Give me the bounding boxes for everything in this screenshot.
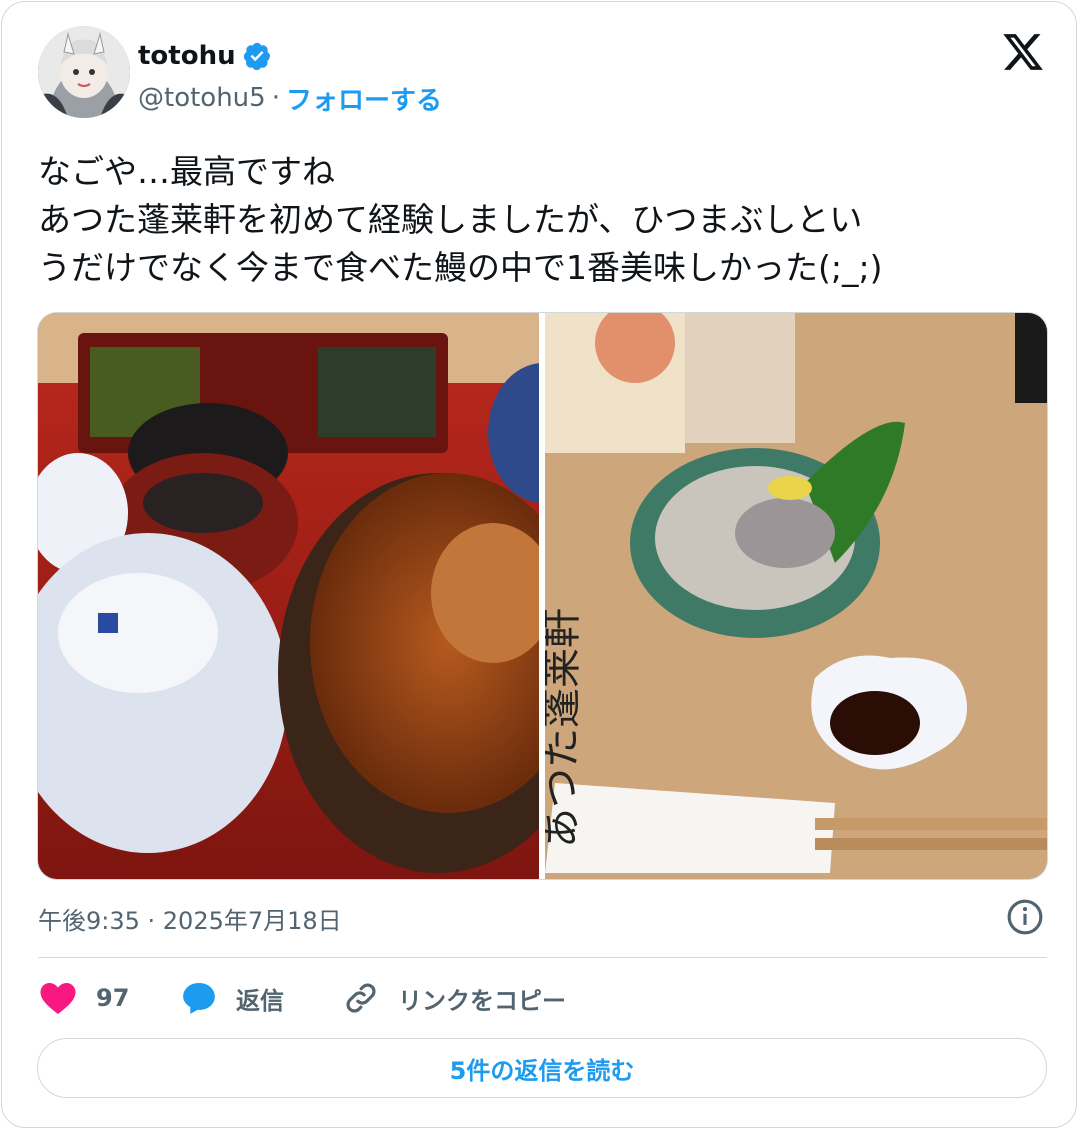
- reply-bubble-icon: [183, 982, 215, 1014]
- tweet-media[interactable]: あつた蓬莱軒: [37, 312, 1048, 880]
- photo-eel-sashimi[interactable]: あつた蓬莱軒: [545, 313, 1047, 879]
- reply-button[interactable]: 返信: [180, 979, 342, 1017]
- eel-liver-sashimi-photo-icon: あつた蓬莱軒: [545, 313, 1047, 879]
- reply-label: 返信: [236, 986, 284, 1015]
- info-icon[interactable]: [1006, 898, 1044, 936]
- copy-link-label: リンクをコピー: [398, 986, 566, 1015]
- avatar[interactable]: [38, 26, 130, 118]
- divider: [38, 957, 1047, 958]
- verified-badge-icon: [243, 42, 270, 71]
- follow-button[interactable]: フォローする: [286, 80, 442, 117]
- chopstick-wrapper-text: あつた蓬莱軒: [545, 608, 585, 848]
- link-icon: [346, 983, 376, 1013]
- author-name-row: totohu: [138, 36, 272, 76]
- photo-hitsumabushi[interactable]: [38, 313, 539, 879]
- author-handle-row: @totohu5 · フォローする: [138, 80, 442, 116]
- like-button[interactable]: 97: [38, 978, 180, 1018]
- separator-dot: ·: [271, 83, 280, 113]
- author-handle[interactable]: @totohu5: [138, 83, 266, 113]
- action-bar: 97 返信 リンクをコピー: [38, 974, 566, 1022]
- x-logo-icon[interactable]: [1000, 30, 1046, 74]
- tweet-card: totohu @totohu5 · フォローする なごや…最高ですね あつた蓬莱…: [1, 1, 1077, 1128]
- tweet-text: なごや…最高ですね あつた蓬莱軒を初めて経験しましたが、ひつまぶしとい うだけで…: [38, 152, 883, 287]
- hitsumabushi-photo-icon: [38, 313, 539, 879]
- copy-link-button[interactable]: リンクをコピー: [342, 979, 566, 1017]
- like-count: 97: [96, 984, 130, 1012]
- read-replies-button[interactable]: 5件の返信を読む: [37, 1038, 1047, 1098]
- avatar-illustration-icon: [38, 26, 130, 118]
- tweet-timestamp[interactable]: 午後9:35 · 2025年7月18日: [38, 898, 342, 938]
- heart-icon: [40, 983, 76, 1014]
- author-name[interactable]: totohu: [138, 41, 236, 71]
